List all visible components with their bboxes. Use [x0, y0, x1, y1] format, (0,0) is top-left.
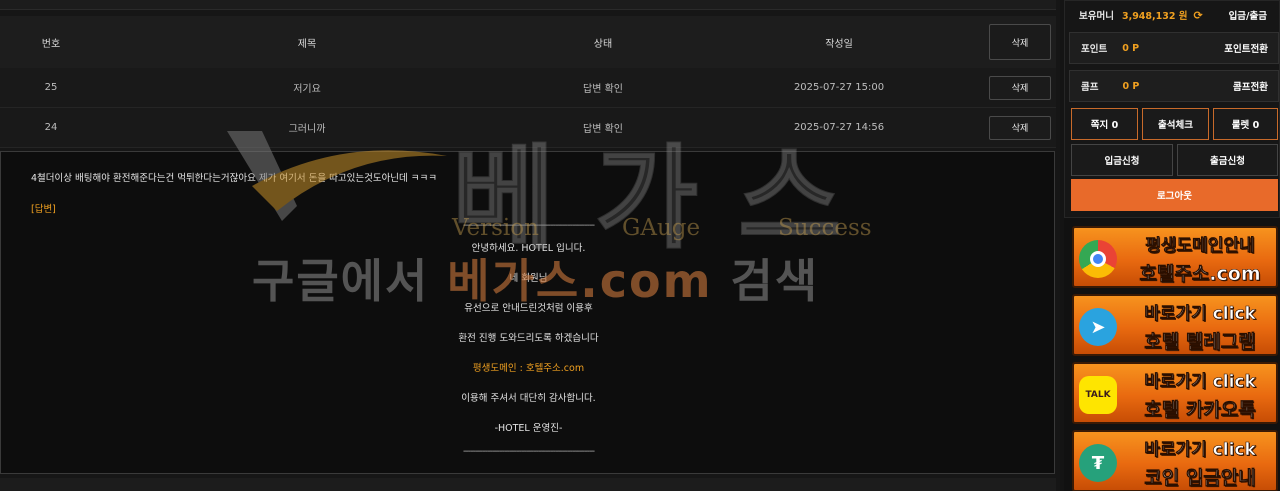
account-panel: 보유머니 3,948,132 원 ⟳ 입금/출금 포인트 0 P 포인트전환 콤…: [1064, 0, 1280, 218]
tether-icon: ₮: [1079, 444, 1117, 482]
banner-line2: 코인 입금안내: [1144, 467, 1256, 490]
top-strip: [0, 0, 1056, 10]
banner-line2: 호텔 텔레그램: [1144, 331, 1256, 354]
header-num: 번호: [41, 38, 61, 50]
delete-button[interactable]: 삭제: [989, 75, 1051, 100]
row-num: 24: [44, 122, 58, 133]
attendance-button[interactable]: 출석체크: [1142, 108, 1209, 140]
money-row: 보유머니 3,948,132 원 ⟳ 입금/출금: [1065, 1, 1280, 29]
watermark-sub-success: Success: [778, 215, 872, 241]
answer-label: [답변]: [31, 204, 56, 215]
point-value: 0 P: [1122, 42, 1140, 54]
answer-domain-line: 평생도메인 : 호텔주소.com: [472, 363, 585, 374]
watermark-search-text: 구글에서 베가스.com 검색: [252, 245, 819, 311]
note-button[interactable]: 쪽지 0: [1071, 108, 1138, 140]
watermark-search-brand: 베가스.com: [447, 254, 713, 308]
comp-label: 콤프: [1081, 82, 1099, 93]
banner-telegram[interactable]: ➤ 바로가기 click 호텔 텔레그램: [1072, 294, 1278, 356]
header-title: 제목: [297, 38, 317, 50]
banner-kakaotalk[interactable]: TALK 바로가기 click 호텔 카카오톡: [1072, 362, 1278, 424]
banner-line1: 바로가기 click: [1144, 440, 1256, 461]
header-delete-cell: 삭제: [984, 24, 1056, 60]
main-content: 번호 제목 상태 작성일 삭제 25 저기요 답변 확인 2025-07-27 …: [0, 0, 1060, 491]
row-title[interactable]: 저기요: [102, 80, 512, 95]
comp-convert-link[interactable]: 콤프전환: [1233, 79, 1268, 93]
delete-all-button[interactable]: 삭제: [989, 24, 1051, 60]
refresh-icon[interactable]: ⟳: [1194, 9, 1203, 22]
banner-line1: 바로가기 click: [1144, 372, 1256, 393]
banner-line1: 평생도메인안내: [1145, 236, 1255, 257]
withdraw-apply-button[interactable]: 출금신청: [1177, 144, 1278, 176]
banner-line2: 호텔 카카오톡: [1144, 399, 1256, 422]
row-delete-cell: 삭제: [984, 115, 1056, 140]
row-status: 답변 확인: [583, 84, 623, 95]
banner-line1: 바로가기 click: [1144, 304, 1256, 325]
watermark-logo-icon: [227, 131, 447, 221]
row-delete-cell: 삭제: [984, 75, 1056, 100]
answer-line: 환전 진행 도와드리도록 하겠습니다: [458, 333, 599, 344]
answer-line: 이용해 주셔서 대단히 감사합니다.: [461, 393, 596, 404]
money-value: 3,948,132 원: [1121, 11, 1188, 22]
logout-button[interactable]: 로그아웃: [1071, 179, 1278, 211]
watermark-sub-gauge: GAuge: [622, 215, 701, 241]
kakaotalk-icon: TALK: [1079, 376, 1117, 414]
sidebar: 보유머니 3,948,132 원 ⟳ 입금/출금 포인트 0 P 포인트전환 콤…: [1064, 0, 1280, 491]
page-root: 번호 제목 상태 작성일 삭제 25 저기요 답변 확인 2025-07-27 …: [0, 0, 1280, 491]
point-convert-link[interactable]: 포인트전환: [1224, 41, 1268, 55]
bottom-strip: [0, 478, 1056, 491]
header-status: 상태: [593, 38, 613, 50]
point-label: 포인트: [1081, 44, 1108, 55]
chrome-icon: [1079, 240, 1117, 278]
watermark-sub-version: Version: [452, 215, 539, 241]
banner-line2: 호텔주소.com: [1139, 263, 1261, 286]
banner-domain[interactable]: 평생도메인안내 호텔주소.com: [1072, 226, 1278, 288]
roulette-button[interactable]: 룰렛 0: [1213, 108, 1278, 140]
header-date: 작성일: [825, 38, 853, 50]
money-label: 보유머니: [1079, 11, 1114, 22]
comp-row: 콤프 0 P 콤프전환: [1069, 70, 1279, 102]
deposit-withdraw-link[interactable]: 입금/출금: [1229, 8, 1267, 22]
answer-line: -HOTEL 운영진-: [494, 423, 563, 434]
delete-button[interactable]: 삭제: [989, 115, 1051, 140]
point-row: 포인트 0 P 포인트전환: [1069, 32, 1279, 64]
row-date: 2025-07-27 15:00: [793, 82, 885, 93]
answer-separator: ----------------------------------------…: [462, 446, 595, 457]
table-row[interactable]: 25 저기요 답변 확인 2025-07-27 15:00 삭제: [0, 68, 1056, 108]
telegram-icon: ➤: [1079, 308, 1117, 346]
comp-value: 0 P: [1122, 80, 1140, 92]
row-num: 25: [44, 82, 58, 93]
table-header: 번호 제목 상태 작성일 삭제: [0, 16, 1056, 68]
watermark-search-pre: 구글에서: [252, 254, 448, 308]
watermark-search-post: 검색: [712, 254, 820, 308]
banner-coin[interactable]: ₮ 바로가기 click 코인 입금안내: [1072, 430, 1278, 491]
deposit-apply-button[interactable]: 입금신청: [1071, 144, 1173, 176]
